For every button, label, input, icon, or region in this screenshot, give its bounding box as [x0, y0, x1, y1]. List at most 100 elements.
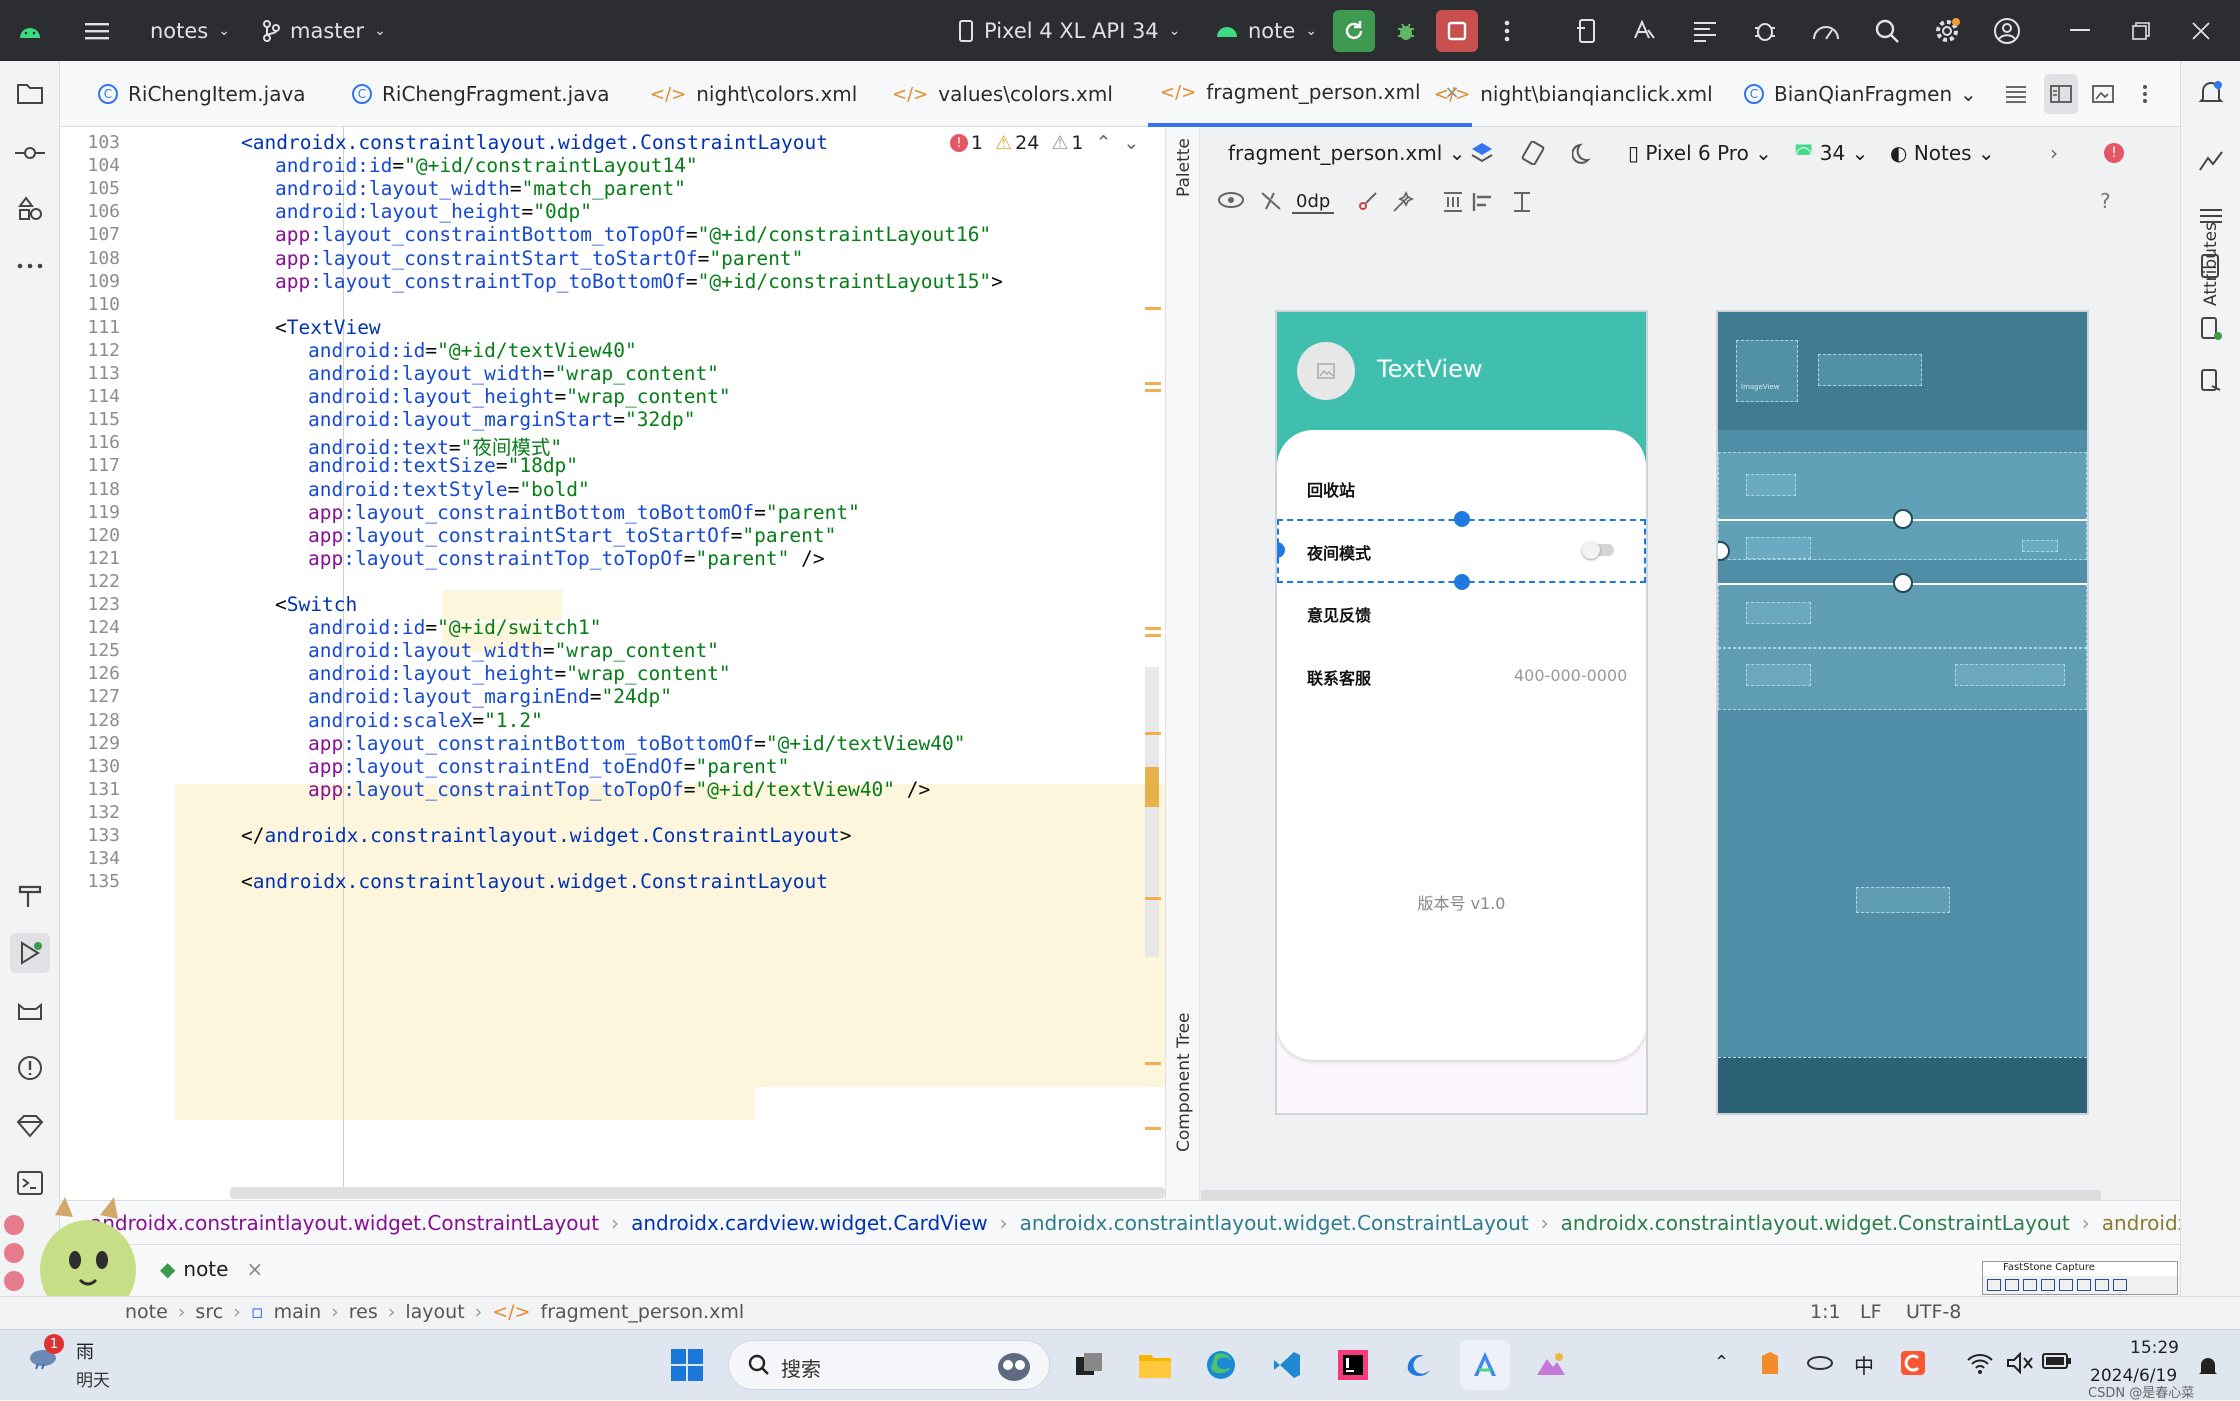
device-selector[interactable]: ▯ Pixel 6 Pro ⌄ [1628, 141, 1772, 165]
horizontal-scrollbar[interactable] [230, 1187, 1165, 1199]
palette-toggle[interactable]: Palette [1174, 138, 1194, 197]
scroll-thumb[interactable] [1145, 767, 1159, 807]
battery-icon[interactable] [2042, 1352, 2072, 1370]
ime-indicator[interactable]: 中 [1854, 1350, 1874, 1379]
tray-app-icon[interactable] [1758, 1350, 1782, 1376]
profiler-icon[interactable] [1805, 10, 1847, 52]
taskbar-search[interactable]: 搜索 [728, 1340, 1050, 1390]
emulator-icon[interactable] [2191, 361, 2231, 401]
stop-icon[interactable] [1436, 10, 1478, 52]
component-tree-toggle[interactable]: Component Tree [1174, 1012, 1194, 1152]
file-encoding[interactable]: UTF-8 [1906, 1301, 1961, 1323]
code-line[interactable]: <androidx.constraintlayout.widget.Constr… [241, 131, 828, 154]
bp-row-box[interactable] [1746, 664, 1811, 686]
gradle-gem-icon[interactable] [10, 1106, 50, 1146]
theme-selector[interactable]: ◐ Notes ⌄ [1890, 141, 1995, 165]
commit-icon[interactable] [10, 133, 50, 173]
next-highlight-icon[interactable]: ⌄ [1123, 132, 1139, 154]
problems-icon[interactable] [10, 1048, 50, 1088]
code-line[interactable]: app:layout_constraintTop_toTopOf="parent… [308, 547, 825, 570]
chevron-right-icon[interactable]: › [2050, 141, 2058, 165]
task-view-icon[interactable] [1064, 1340, 1114, 1390]
code-line[interactable]: android:layout_width="wrap_content" [308, 362, 719, 385]
align-icon[interactable] [1472, 191, 1494, 213]
code-line[interactable]: </androidx.constraintlayout.widget.Const… [241, 824, 852, 847]
tab-richengitem[interactable]: C RiChengItem.java [98, 61, 306, 127]
notifications-icon[interactable] [2191, 73, 2231, 113]
clear-constraints-icon[interactable] [1358, 191, 1382, 211]
bp-row-box[interactable] [1746, 537, 1811, 559]
caret-position[interactable]: 1:1 [1810, 1301, 1841, 1323]
previous-highlight-icon[interactable]: ⌃ [1095, 132, 1111, 154]
layout-file-selector[interactable]: fragment_person.xml ⌄ [1228, 141, 1465, 165]
code-line[interactable]: android:layout_height="wrap_content" [308, 662, 731, 685]
code-line[interactable]: app:layout_constraintBottom_toBottomOf="… [308, 501, 860, 524]
code-line[interactable]: android:layout_width="match_parent" [275, 177, 686, 200]
bp-handle-top[interactable] [1893, 509, 1913, 529]
error-icon[interactable]: ! [2104, 143, 2124, 163]
build-hammer-icon[interactable] [10, 876, 50, 916]
capture-object-icon[interactable] [2005, 1279, 2019, 1291]
debug-icon[interactable] [1385, 10, 1427, 52]
view-options-eye-icon[interactable] [1218, 191, 1244, 209]
edge-browser-icon[interactable] [1196, 1340, 1246, 1390]
bp-phone-box[interactable] [1955, 664, 2065, 686]
search-icon[interactable] [1866, 10, 1908, 52]
tray-chevron-up-icon[interactable]: ⌃ [1714, 1352, 1729, 1373]
running-devices-icon[interactable] [2191, 309, 2231, 349]
close-icon[interactable]: × [246, 1257, 263, 1281]
infer-constraints-icon[interactable] [1392, 191, 1414, 213]
design-view-icon[interactable] [2092, 61, 2114, 127]
code-line[interactable]: app:layout_constraintStart_toStartOf="pa… [275, 247, 803, 270]
code-view-icon[interactable] [2006, 61, 2026, 127]
project-folder-icon[interactable] [10, 73, 50, 113]
photos-app-icon[interactable] [1526, 1340, 1576, 1390]
wifi-icon[interactable] [1966, 1352, 1994, 1374]
bp-title-box[interactable] [1818, 354, 1922, 386]
code-line[interactable]: app:layout_constraintBottom_toTopOf="@+i… [275, 223, 991, 246]
more-tools-icon[interactable] [10, 246, 50, 286]
constraint-handle-top[interactable] [1454, 511, 1470, 527]
logcat-icon[interactable] [1684, 10, 1726, 52]
app-inspection-icon[interactable] [1744, 10, 1786, 52]
bp-row-box[interactable] [1746, 474, 1796, 496]
capture-fixed-icon[interactable] [2095, 1279, 2109, 1291]
branch-selector[interactable]: master ⌄ [262, 0, 386, 61]
night-mode-icon[interactable] [1572, 142, 1594, 164]
code-line[interactable]: app:layout_constraintBottom_toBottomOf="… [308, 732, 965, 755]
tab-bianqianclick[interactable]: </> night\bianqianclick.xml [1434, 61, 1713, 127]
csdn-tray-icon[interactable] [1900, 1350, 1926, 1376]
code-line[interactable]: android:id="@+id/constraintLayout14" [275, 154, 698, 177]
android-studio-icon[interactable] [1460, 1340, 1510, 1390]
api-selector[interactable]: ◚ 34 ⌄ [1794, 141, 1868, 165]
device-selector[interactable]: Pixel 4 XL API 34 ⌄ [958, 0, 1180, 61]
row-feedback[interactable]: 意见反馈 [1307, 602, 1371, 626]
code-line[interactable]: <Switch [275, 593, 357, 616]
run-icon[interactable] [10, 933, 50, 973]
design-surface-icon[interactable] [1470, 141, 1494, 165]
code-line[interactable]: app:layout_constraintEnd_toEndOf="parent… [308, 755, 789, 778]
tab-fragment-person[interactable]: </> fragment_person.xml × [1148, 61, 1472, 127]
translate-icon[interactable] [1624, 10, 1666, 52]
capture-region-icon[interactable] [2023, 1279, 2037, 1291]
attributes-list-icon[interactable] [2191, 196, 2231, 236]
tab-richengfragment[interactable]: C RiChengFragment.java [352, 61, 610, 127]
code-line[interactable]: android:textSize="18dp" [308, 454, 578, 477]
main-menu-icon[interactable] [76, 10, 118, 52]
path-item[interactable]: layout [405, 1301, 464, 1323]
code-line[interactable]: android:id="@+id/textView40" [308, 339, 637, 362]
row-night-mode[interactable]: 夜间模式 [1307, 540, 1371, 564]
minimize-icon[interactable] [2059, 10, 2101, 52]
row-recycle-bin[interactable]: 回收站 [1307, 477, 1355, 501]
breadcrumb-item[interactable]: androidx.constraintlayou [2102, 1211, 2180, 1235]
bp-handle-bottom[interactable] [1893, 573, 1913, 593]
capture-window-icon[interactable] [1987, 1279, 2001, 1291]
breadcrumb-item[interactable]: androidx.constraintlayout.widget.Constra… [1020, 1211, 1529, 1235]
volume-muted-icon[interactable] [2006, 1352, 2034, 1374]
path-item[interactable]: main [274, 1301, 321, 1323]
cloud-music-icon[interactable] [1394, 1340, 1444, 1390]
code-line[interactable]: android:layout_width="wrap_content" [308, 639, 719, 662]
restore-icon[interactable] [2120, 10, 2162, 52]
code-line[interactable]: <androidx.constraintlayout.widget.Constr… [241, 870, 828, 893]
code-line[interactable]: android:layout_height="wrap_content" [308, 385, 731, 408]
